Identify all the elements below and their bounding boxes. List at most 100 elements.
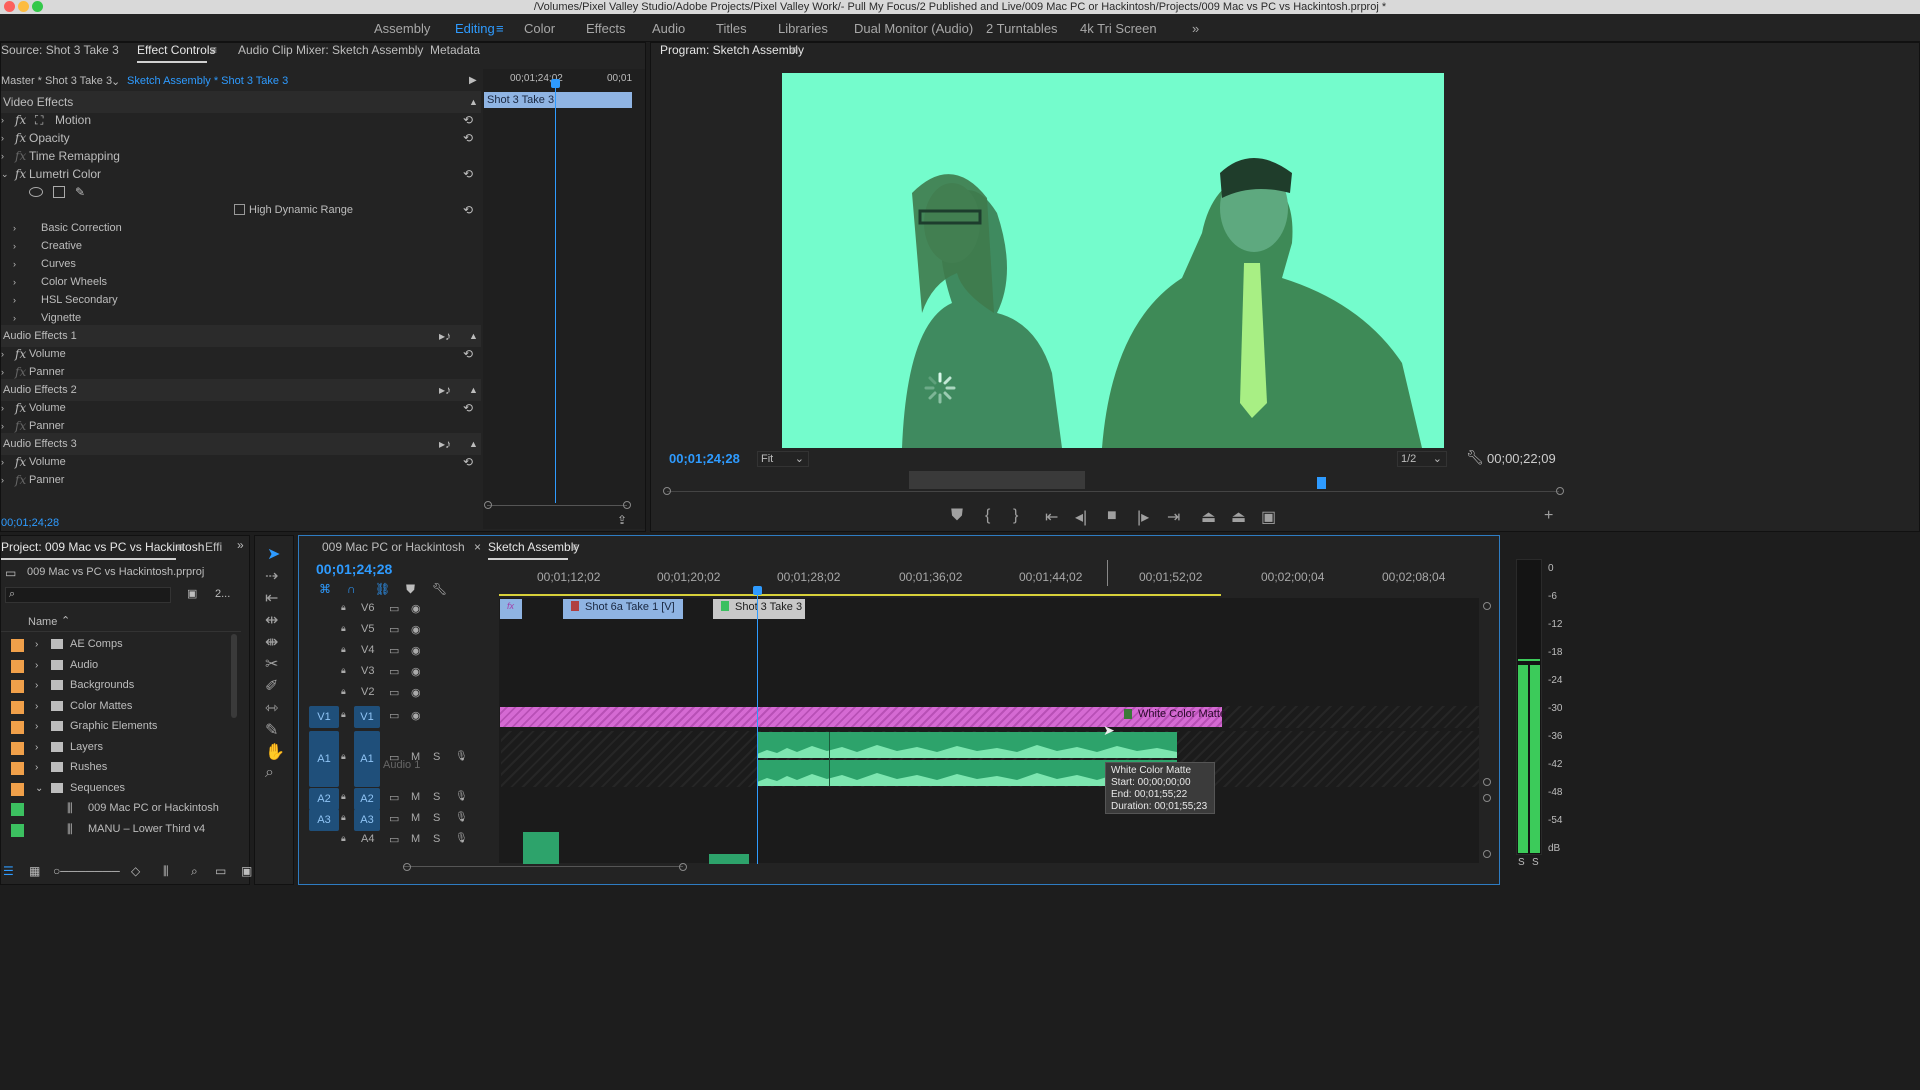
toggle-output-eye-icon[interactable]: ◉ [411,644,421,657]
ripple-edit-tool-icon[interactable]: ⇤ [265,588,278,608]
chevron-down-icon[interactable]: ⌄ [111,75,120,88]
program-playhead[interactable] [1317,477,1326,489]
mark-out-icon[interactable]: } [1013,507,1018,525]
project-search-input[interactable]: ⌕ [5,587,171,603]
solo-right-button[interactable]: S [1532,857,1539,868]
label-color-swatch[interactable] [11,639,24,652]
master-clip-label[interactable]: Master * Shot 3 Take 3 [1,75,112,87]
workspace-dual-monitor[interactable]: Dual Monitor (Audio) [854,21,973,36]
timeline-playhead-handle[interactable] [753,586,762,595]
toggle-output-eye-icon[interactable]: ◉ [411,686,421,699]
track-target-v3[interactable]: V3 [361,665,374,677]
mute-track-button[interactable]: M [411,812,420,824]
new-bin-folder-icon[interactable]: ▭ [215,864,226,878]
track-target-a3[interactable]: A3 [354,809,380,831]
program-scrub-bar[interactable] [667,491,1559,492]
track-select-tool-icon[interactable]: ⇢ [265,566,278,586]
label-color-swatch[interactable] [11,659,24,673]
workspace-titles[interactable]: Titles [716,21,747,36]
hscroll-handle[interactable] [403,863,411,871]
workspace-effects[interactable]: Effects [586,21,626,36]
timeline-settings-wrench-icon[interactable]: 🔧︎ [432,582,447,596]
mark-in-icon[interactable]: { [985,507,990,525]
track-header-v5[interactable]: 🔒︎ V5 ▭ ◉ [299,620,544,642]
toggle-output-eye-icon[interactable]: ◉ [411,623,421,636]
rectangle-mask-icon[interactable] [53,186,65,198]
program-zoom-bar[interactable] [909,471,1085,489]
stop-icon[interactable]: ■ [1107,507,1117,525]
program-timecode[interactable]: 00;01;24;28 [669,451,740,466]
effect-controls-timecode[interactable]: 00;01;24;28 [1,517,59,529]
vscroll-handle[interactable] [1483,794,1491,802]
workspace-editing[interactable]: Editing [455,21,495,36]
lock-track-icon[interactable]: 🔒︎ [341,602,346,613]
tab-effects[interactable]: Effi [205,540,222,554]
toggle-sync-lock-icon[interactable]: ▭ [389,602,399,615]
tab-sequence-mac-pc[interactable]: 009 Mac PC or Hackintosh [322,540,465,554]
lock-track-icon[interactable]: 🔒︎ [341,644,346,655]
sort-up-icon[interactable]: ⌃ [61,614,70,627]
rolling-edit-tool-icon[interactable]: ⇹ [265,610,278,630]
label-color-swatch[interactable] [11,700,24,714]
add-marker-icon[interactable]: ⛊ [406,582,415,597]
track-header-v2[interactable]: 🔒︎ V2 ▭ ◉ [299,683,544,705]
solo-track-button[interactable]: S [433,812,440,824]
toggle-sync-lock-icon[interactable]: ▭ [389,644,399,657]
extract-icon[interactable]: ⏏ [1231,507,1246,527]
linked-selection-icon[interactable]: ⛓ [375,582,390,596]
zoom-tool-icon[interactable]: ⌕ [265,764,274,782]
work-area-bar[interactable] [499,594,1221,596]
track-target-a4[interactable]: A4 [361,833,374,845]
list-view-icon[interactable]: ☰ [3,864,14,878]
new-bin-icon[interactable]: ▣ [187,587,197,600]
audio-clip-a5b[interactable] [709,854,749,864]
track-target-v6[interactable]: V6 [361,602,374,614]
track-target-a1[interactable]: A1 [354,731,380,787]
solo-left-button[interactable]: S [1518,857,1525,868]
audio-clip-a5[interactable] [523,854,559,864]
toggle-output-eye-icon[interactable]: ◉ [411,665,421,678]
clip-shot-3-take-3[interactable]: Shot 3 Take 3 [ [713,599,808,619]
workspace-color[interactable]: Color [524,21,555,36]
hand-tool-icon[interactable]: ✋ [265,742,285,762]
microphone-icon[interactable]: 🎙︎ [455,812,468,823]
timeline-horizontal-scrollbar[interactable] [403,863,687,874]
workspace-2-turntables[interactable]: 2 Turntables [986,21,1058,36]
track-target-v4[interactable]: V4 [361,644,374,656]
step-back-icon[interactable]: ◂| [1075,507,1087,527]
lock-track-icon[interactable]: 🔒︎ [341,751,346,762]
add-button-icon[interactable]: + [1544,507,1553,525]
scroll-right-handle[interactable] [1556,487,1564,495]
workspace-assembly[interactable]: Assembly [374,21,430,36]
track-header-a3[interactable]: A3 🔒︎ A3 ▭ M S 🎙︎ [299,809,544,831]
source-patch-a1[interactable]: A1 [309,731,339,787]
icon-view-icon[interactable]: ▦ [29,864,40,878]
adjustment-clip[interactable]: fx [500,599,522,619]
mute-track-button[interactable]: M [411,833,420,845]
expand-chevron-icon[interactable]: › [1,469,4,491]
voiceover-record-icon[interactable]: ▭ [389,812,399,825]
play-only-icon[interactable]: ▶ [469,75,477,86]
mini-scroll-left-handle[interactable] [484,501,492,509]
clip-shot-6a-take-1[interactable]: Shot 6a Take 1 [V] [563,599,683,619]
workspace-audio[interactable]: Audio [652,21,685,36]
timeline-ruler[interactable]: 00;01;12;02 00;01;20;02 00;01;28;02 00;0… [499,560,1489,596]
vscroll-handle[interactable] [1483,778,1491,786]
fit-dropdown[interactable]: Fit ⌄ [757,451,809,467]
hdr-checkbox[interactable] [234,204,245,215]
tab-source[interactable]: Source: Shot 3 Take 3 [1,43,119,57]
track-name[interactable]: Audio 1 [383,759,420,771]
settings-wrench-icon[interactable]: 🔧︎ [1466,449,1484,466]
vscroll-handle[interactable] [1483,850,1491,858]
nest-icon[interactable]: ⌘ [319,582,331,596]
project-scrollbar[interactable] [231,634,237,718]
track-header-v4[interactable]: 🔒︎ V4 ▭ ◉ [299,641,544,663]
sort-icons-icon[interactable]: ◇ [131,864,140,878]
lock-track-icon[interactable]: 🔒︎ [341,833,346,844]
sequence-clip-label[interactable]: Sketch Assembly * Shot 3 Take 3 [127,75,288,87]
program-menu-icon[interactable]: ≡ [791,43,798,57]
toggle-output-eye-icon[interactable]: ◉ [411,709,421,722]
track-target-v5[interactable]: V5 [361,623,374,635]
label-color-swatch[interactable] [11,680,24,693]
program-video-frame[interactable] [782,73,1444,448]
